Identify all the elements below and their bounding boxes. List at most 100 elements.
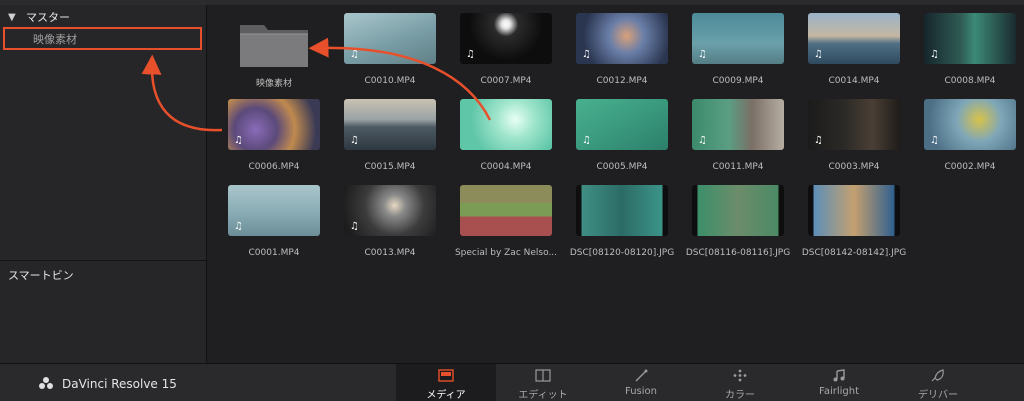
music-note-icon [833,369,845,382]
clip-thumbnail: ♫ [924,13,1016,64]
clip-tile[interactable]: ♫ C0005.MP4 [555,99,671,185]
audio-note-icon: ♫ [930,49,939,60]
tab-fusion[interactable]: Fusion [591,364,691,401]
media-page-icon [438,369,454,382]
still-tile[interactable]: DSC[08120-08120].JPG [555,185,674,271]
clip-thumbnail: ♫ [808,99,900,150]
tab-deliver[interactable]: デリバー [888,364,988,401]
clip-thumbnail: ♫ [808,13,900,64]
audio-note-icon: ♫ [234,221,243,232]
clip-label: Special by Zac Nelso... [454,248,558,258]
audio-note-icon: ♫ [466,49,475,60]
smart-bins-header[interactable]: スマートビン [8,267,74,283]
audio-note-icon: ♫ [350,135,359,146]
folder-tile[interactable]: 映像素材 [207,13,323,99]
audio-note-icon: ♫ [582,49,591,60]
clip-thumbnail: ♫ [692,99,784,150]
chevron-down-icon[interactable]: ▼ [8,12,18,23]
clip-label: C0012.MP4 [596,76,648,86]
clip-thumbnail: ♫ [344,99,436,150]
clip-label: C0011.MP4 [712,162,764,172]
clip-tile[interactable]: ♫ C0001.MP4 [207,185,323,271]
tab-label: Fairlight [818,386,859,397]
media-pool: 映像素材 ♫ C0010.MP4 ♫ C0007.MP4 ♫ C0012.MP4… [207,5,1024,363]
clip-label: C0015.MP4 [364,162,416,172]
clip-thumbnail: ♫ [576,99,668,150]
still-tile[interactable]: DSC[08116-08116].JPG [671,185,790,271]
clip-label: C0010.MP4 [364,76,416,86]
app-name: DaVinci Resolve 15 [62,377,177,391]
clip-tile[interactable]: ♫ C0003.MP4 [787,99,903,185]
sidebar-item-label: 映像素材 [33,32,77,46]
still-tile[interactable]: DSC[08142-08142].JPG [787,185,906,271]
clip-tile[interactable]: ♫ C0012.MP4 [555,13,671,99]
clip-label: C0013.MP4 [364,248,416,258]
divider [0,260,206,261]
clip-thumbnail: ♫ [576,13,668,64]
clip-thumbnail: ♫ [228,185,320,236]
sidebar-item-footage-folder[interactable]: 映像素材 [3,27,202,50]
clip-label: DSC[08120-08120].JPG [569,248,675,258]
tab-label: デリバー [918,390,958,401]
clip-tile[interactable]: ♫ C0009.MP4 [671,13,787,99]
clip-tile[interactable]: ♫ C0002.MP4 [903,99,1019,185]
clip-thumbnail: ♫ [692,13,784,64]
tab-label: Fusion [625,386,657,397]
tab-edit[interactable]: エディット [493,364,593,401]
master-bin[interactable]: ▼ マスター [0,7,206,27]
clip-thumbnail [808,185,900,236]
davinci-logo-icon [39,377,53,389]
clip-thumbnail [460,99,552,150]
tab-label: メディア [426,390,466,401]
audio-note-icon: ♫ [814,49,823,60]
audio-note-icon: ♫ [582,135,591,146]
clip-label: C0014.MP4 [828,76,880,86]
tab-media[interactable]: メディア [396,364,496,401]
clip-tile[interactable]: ♫ C0006.MP4 [207,99,323,185]
clip-tile[interactable]: ♫ C0013.MP4 [323,185,439,271]
clip-thumbnail [576,185,668,236]
clip-label: DSC[08142-08142].JPG [801,248,907,258]
clip-label: C0002.MP4 [944,162,996,172]
clip-label: C0004.MP4 [480,162,532,172]
audio-note-icon: ♫ [698,135,707,146]
folder-label: 映像素材 [255,79,292,89]
clip-label: C0008.MP4 [944,76,996,86]
folder-icon [240,25,308,67]
clip-tile[interactable]: ♫ C0011.MP4 [671,99,787,185]
audio-note-icon: ♫ [234,135,243,146]
page-bar: DaVinci Resolve 15 メディア エディット Fusion カラー [0,363,1024,401]
bin-sidebar: ▼ マスター 映像素材 スマートビン [0,5,207,363]
tab-color[interactable]: カラー [690,364,790,401]
clip-thumbnail: ♫ [228,99,320,150]
audio-note-icon: ♫ [814,135,823,146]
rocket-icon [931,369,944,382]
clip-label: C0007.MP4 [480,76,532,86]
clip-label: C0009.MP4 [712,76,764,86]
tab-label: カラー [725,390,755,401]
audio-note-icon: ♫ [350,49,359,60]
clip-tile[interactable]: ♫ C0014.MP4 [787,13,903,99]
clip-tile[interactable]: ♫ C0007.MP4 [439,13,555,99]
clip-thumbnail: ♫ [924,99,1016,150]
edit-page-icon [535,369,551,382]
tab-fairlight[interactable]: Fairlight [789,364,889,401]
clip-tile[interactable]: ♫ C0008.MP4 [903,13,1019,99]
audio-note-icon: ♫ [930,135,939,146]
clip-label: C0001.MP4 [248,248,300,258]
clip-tile[interactable]: ♫ C0015.MP4 [323,99,439,185]
clip-thumbnail: ♫ [460,13,552,64]
audio-clip-tile[interactable]: Special by Zac Nelso... [439,185,557,271]
tab-label: エディット [518,390,568,401]
audio-note-icon: ♫ [350,221,359,232]
clip-label: C0006.MP4 [248,162,300,172]
clip-label: C0003.MP4 [828,162,880,172]
master-bin-label: マスター [26,11,70,24]
clip-thumbnail [460,185,552,236]
clip-label: DSC[08116-08116].JPG [685,248,791,258]
clip-label: C0005.MP4 [596,162,648,172]
clip-tile[interactable]: ♫ C0010.MP4 [323,13,439,99]
clip-thumbnail: ♫ [344,185,436,236]
clip-tile[interactable]: C0004.MP4 [439,99,555,185]
clip-thumbnail [692,185,784,236]
